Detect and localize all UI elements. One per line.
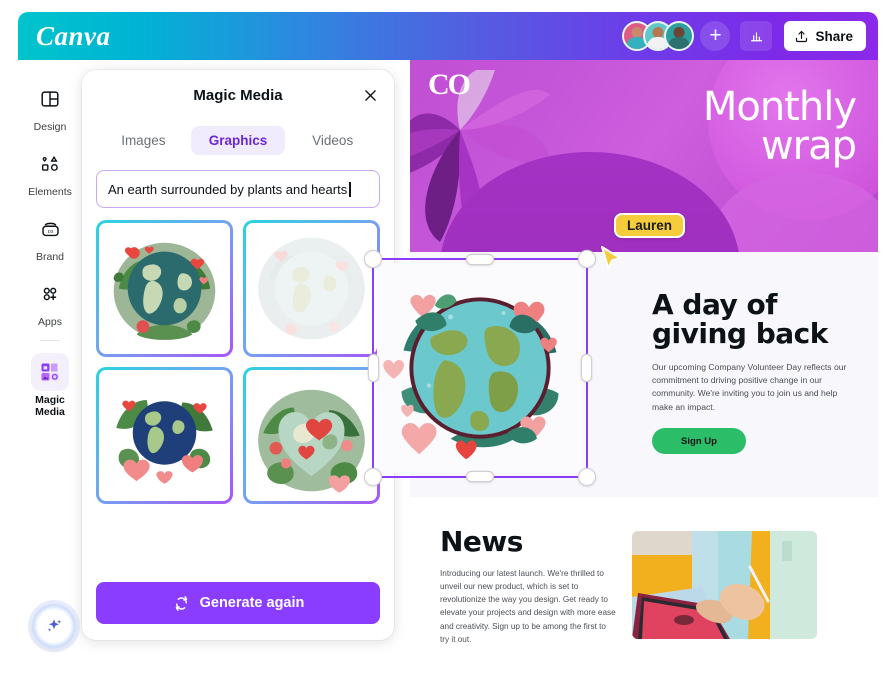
news-text: News Introducing our latest launch. We'r… [440,525,616,673]
heart-earth-graphic [248,372,375,499]
close-panel-button[interactable] [360,85,380,105]
news-image [632,531,817,639]
collaborator-avatars [622,21,695,51]
tab-graphics[interactable]: Graphics [190,125,286,155]
sign-up-button[interactable]: Sign Up [652,428,746,455]
left-sidebar: Design Elements co Brand Apps Magic Medi… [18,60,82,673]
news-body: Introducing our latest launch. We're thr… [440,569,616,644]
banner-title: Monthly wrap [702,84,857,169]
generate-again-label: Generate again [199,595,305,611]
layout-icon [41,91,59,107]
avatar[interactable] [664,21,695,51]
resize-handle-top-left[interactable] [365,251,381,267]
insights-button[interactable] [740,21,773,51]
design-banner: CO Monthly wrap [410,60,878,252]
company-logo: CO [428,68,471,101]
sidebar-divider [40,340,60,342]
sidebar-item-label: Apps [38,316,62,329]
earth-graphic [101,225,228,352]
blue-earth-graphic [101,372,228,499]
share-button[interactable]: Share [784,21,866,51]
close-icon [364,89,376,101]
bar-chart-icon [750,31,763,41]
selected-element[interactable] [365,251,595,485]
prompt-section: An earth surrounded by plants and hearts [82,160,394,208]
sidebar-item-label: Brand [35,251,65,264]
giving-back-heading-line2: giving back [652,317,828,351]
sidebar-item-elements[interactable]: Elements [20,139,80,202]
prompt-input[interactable]: An earth surrounded by plants and hearts [96,170,380,208]
shapes-icon [41,155,58,171]
generate-again-button[interactable]: Generate again [96,582,380,624]
canva-logo[interactable]: Canva [36,21,111,52]
add-people-button[interactable]: + [700,21,731,51]
magic-media-panel: Magic Media Images Graphics Videos An ea… [82,70,394,640]
result-thumbnail-2[interactable] [243,220,380,357]
text-caret [349,181,351,197]
panel-tabs: Images Graphics Videos [82,120,394,160]
selected-earth-graphic [377,263,583,473]
pale-earth-graphic [248,225,375,352]
sidebar-item-label: Design [33,121,67,133]
result-thumbnail-4[interactable] [243,367,380,504]
resize-handle-top-right[interactable] [579,251,595,267]
giving-back-heading: A day of giving back [652,290,850,349]
tab-images[interactable]: Images [96,126,191,155]
resize-handle-bottom-right[interactable] [579,469,595,485]
svg-text:co: co [47,229,53,235]
prompt-input-value: An earth surrounded by plants and hearts [108,181,348,197]
magic-studio-button[interactable] [32,604,76,648]
top-bar-actions: + Share [622,21,866,51]
generated-results-grid [82,208,394,504]
resize-handle-right[interactable] [582,355,591,381]
resize-handle-top[interactable] [467,255,493,264]
sidebar-item-label: Elements [28,186,72,199]
news-heading: News [440,525,523,558]
refresh-icon [175,595,187,611]
brand-icon: co [41,222,59,236]
tablet-photo [632,531,817,639]
sidebar-item-apps[interactable]: Apps [20,269,80,332]
result-thumbnail-3[interactable] [96,367,233,504]
sidebar-item-design[interactable]: Design [20,74,80,137]
news-section: News Introducing our latest launch. We'r… [410,497,878,673]
sidebar-item-magic-media[interactable]: Magic Media [20,347,80,422]
sidebar-item-brand[interactable]: co Brand [20,204,80,267]
tab-videos[interactable]: Videos [285,126,380,155]
giving-back-heading-line1: A day of [652,288,777,321]
upload-icon [796,30,808,42]
top-bar: Canva + Share [18,12,878,60]
magic-media-icon [41,363,59,381]
generate-section: Generate again [82,582,394,640]
resize-handle-left[interactable] [369,355,378,381]
resize-handle-bottom[interactable] [467,472,493,481]
sparkle-icon [47,619,62,632]
giving-back-body: Our upcoming Company Volunteer Day refle… [652,361,847,412]
banner-title-line1: Monthly [702,84,857,130]
share-button-label: Share [815,28,853,44]
panel-title: Magic Media [193,86,283,104]
banner-title-line2: wrap [760,122,857,169]
panel-header: Magic Media [82,70,394,120]
resize-handle-bottom-left[interactable] [365,469,381,485]
result-thumbnail-1[interactable] [96,220,233,357]
canva-editor: Canva + Share Design Elements co Brand A… [0,0,890,673]
apps-icon [43,287,57,301]
sidebar-item-label: Magic Media [35,394,65,419]
